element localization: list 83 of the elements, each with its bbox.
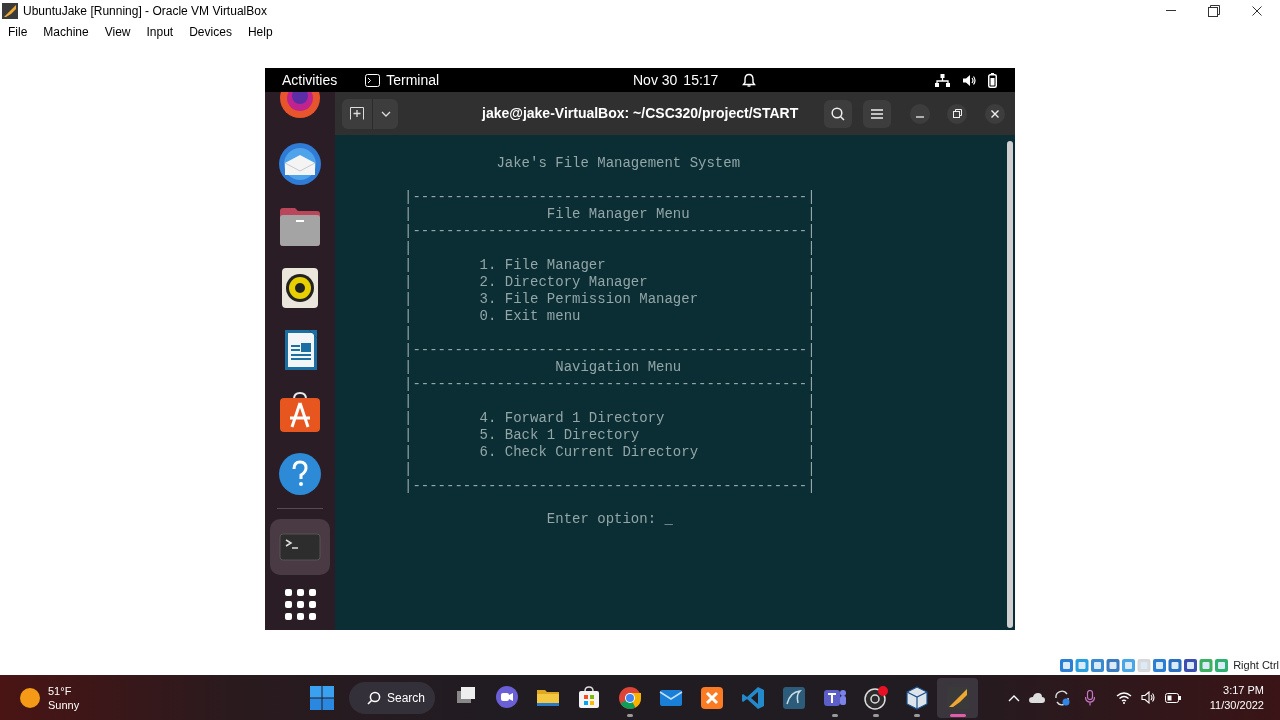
terminal-line: | 5. Back 1 Directory |: [404, 427, 816, 444]
close-button[interactable]: [985, 103, 1005, 124]
terminal-line: |-----------------------------------------------|: [404, 376, 816, 393]
microphone-icon[interactable]: [1084, 689, 1095, 706]
restore-button[interactable]: [947, 103, 967, 124]
menu-item[interactable]: View: [96, 22, 139, 41]
terminal-line: Enter option: _: [545, 511, 674, 528]
store-icon: [576, 685, 601, 710]
browser-icon: [617, 685, 642, 710]
minimize-icon: [916, 115, 924, 118]
sync-icon[interactable]: [1053, 689, 1070, 706]
terminal-line: | 1. File Manager |: [404, 257, 816, 274]
terminal-title: jake@jake-VirtualBox: ~/CSC320/project/START: [482, 104, 799, 123]
terminal-line: |-----------------------------------------------|: [404, 223, 816, 240]
search-icon: [367, 690, 381, 705]
terminal-line: | |: [404, 240, 816, 257]
code-editor-icon: [740, 685, 765, 710]
search-icon: [831, 106, 845, 121]
search-box[interactable]: Search: [349, 681, 435, 714]
new-tab-icon: [350, 107, 364, 120]
maximize-icon[interactable]: [1208, 4, 1220, 17]
caret-icon: [380, 110, 391, 117]
clock-date[interactable]: 11/30/2022: [1209, 697, 1264, 713]
menu-item[interactable]: Machine: [35, 22, 97, 41]
close-icon[interactable]: [1252, 5, 1262, 16]
volume-icon[interactable]: [1140, 691, 1156, 704]
terminal-line: | 3. File Permission Manager |: [404, 291, 816, 308]
search-button[interactable]: [824, 99, 852, 128]
shopping-bag-icon: [279, 391, 321, 433]
terminal-line: Jake's File Management System: [495, 155, 742, 172]
terminal-line: | File Manager Menu |: [404, 206, 816, 223]
clock-time[interactable]: 3:17 PM: [1223, 682, 1264, 698]
activities-button[interactable]: Activities: [282, 69, 338, 91]
app-icon: [2, 2, 18, 19]
menu-item[interactable]: Help: [239, 22, 281, 41]
terminal-line: | 6. Check Current Directory |: [404, 444, 816, 461]
close-icon: [991, 109, 999, 118]
host-key-label: Right Ctrl: [1233, 657, 1279, 673]
bell-icon[interactable]: [742, 72, 757, 88]
terminal-line: | 2. Directory Manager |: [404, 274, 816, 291]
terminal-line: | 0. Exit menu |: [404, 308, 816, 325]
sun-icon: [20, 687, 40, 708]
camera-icon: [494, 685, 519, 710]
date-label[interactable]: Nov 30: [633, 69, 678, 91]
restore-icon: [952, 109, 962, 118]
terminal-line: |-----------------------------------------------|: [404, 478, 816, 495]
battery-icon[interactable]: [988, 72, 997, 88]
cloud-icon[interactable]: [1028, 692, 1045, 703]
terminal-line: | |: [404, 461, 816, 478]
terminal-line: | |: [404, 325, 816, 342]
mail-icon: [279, 143, 321, 185]
menu-item[interactable]: Devices: [181, 22, 240, 41]
battery-icon[interactable]: [1164, 692, 1181, 703]
menu-item[interactable]: Input: [138, 22, 182, 41]
menu-button[interactable]: [863, 99, 891, 128]
wifi-icon[interactable]: [1115, 691, 1132, 704]
chevron-up-icon[interactable]: [1007, 693, 1020, 702]
terminal-icon: [365, 73, 381, 87]
speaker-icon: [279, 267, 321, 309]
taskbar-app[interactable]: [937, 677, 978, 718]
scrollbar[interactable]: [1007, 141, 1013, 628]
weather-label: Sunny: [48, 697, 80, 712]
window-title: UbuntuJake [Running] - Oracle VM VirtualBox: [23, 2, 267, 20]
menu-item[interactable]: File: [0, 22, 36, 41]
minimize-button[interactable]: [910, 103, 930, 124]
terminal-line: | |: [404, 393, 816, 410]
terminal-line: |-----------------------------------------------|: [404, 189, 816, 206]
terminal-line: | 4. Forward 1 Directory |: [404, 410, 816, 427]
help-icon: [279, 453, 321, 495]
network-icon[interactable]: [935, 73, 950, 87]
terminal-line: | Navigation Menu |: [404, 359, 816, 376]
cube-icon: [904, 685, 929, 710]
record-icon: [863, 685, 888, 710]
app-menu[interactable]: Terminal: [365, 69, 440, 91]
terminal-line: |-----------------------------------------------|: [404, 342, 816, 359]
volume-icon[interactable]: [962, 73, 976, 87]
browser-icon: [279, 92, 321, 118]
menu-icon: [871, 108, 883, 119]
time-label[interactable]: 15:17: [683, 69, 719, 91]
app-grid-icon[interactable]: [284, 589, 316, 620]
start-icon[interactable]: [310, 685, 334, 710]
folder-icon: [279, 205, 321, 247]
temperature-label: 51°F: [48, 683, 73, 698]
